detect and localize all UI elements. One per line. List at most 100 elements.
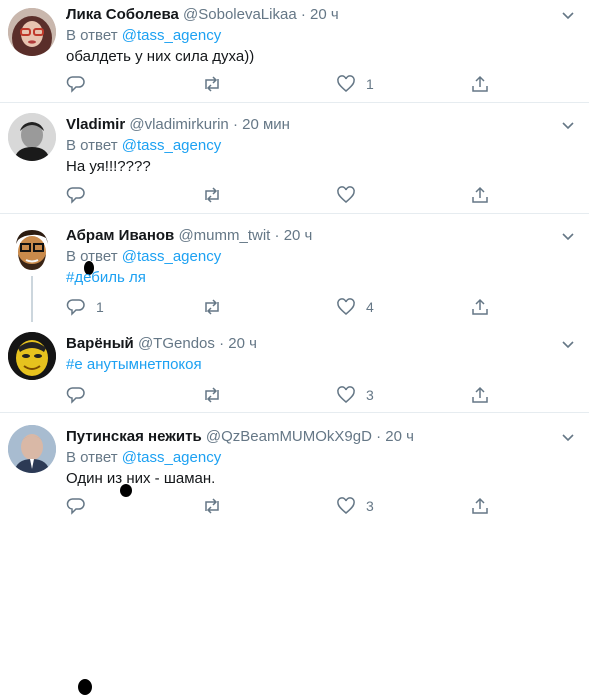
chevron-down-icon[interactable] [560, 429, 576, 445]
share-button[interactable] [470, 296, 490, 318]
heart-icon [337, 186, 355, 203]
separator-dot: · [219, 335, 225, 352]
tweet[interactable]: Лика Соболева @SobolevaLikaa · 20 ч В от… [0, 0, 589, 102]
timestamp[interactable]: 20 ч [284, 227, 313, 244]
tweet-header: Абрам Иванов @mumm_twit · 20 ч [66, 226, 312, 246]
separator-dot: · [376, 428, 382, 445]
reply-context: В ответ @tass_agency [66, 247, 221, 267]
timestamp[interactable]: 20 ч [310, 6, 339, 23]
tweet[interactable]: Путинская нежить @QzBeamMUMOkX9gD · 20 ч… [0, 413, 589, 523]
thread-line [31, 276, 33, 322]
tweet-header: Путинская нежить @QzBeamMUMOkX9gD · 20 ч [66, 427, 414, 447]
tweet-text: Один из них - шаман. [66, 470, 216, 487]
reply-prefix: В ответ [66, 449, 118, 466]
reply-icon [66, 299, 85, 316]
tweet[interactable]: Vladimir @vladimirkurin · 20 мин В ответ… [0, 103, 589, 275]
like-count: 3 [366, 387, 374, 403]
retweet-icon [205, 498, 219, 514]
like-button[interactable]: 1 [336, 73, 374, 95]
tweet[interactable]: Абрам Иванов @mumm_twit · 20 ч В ответ @… [0, 214, 589, 497]
retweet-button[interactable] [201, 495, 233, 517]
reply-button[interactable] [66, 184, 96, 206]
user-handle[interactable]: @vladimirkurin [129, 116, 228, 133]
retweet-icon [205, 387, 219, 403]
avatar[interactable] [8, 332, 56, 380]
tweet-header: Лика Соболева @SobolevaLikaa · 20 ч [66, 5, 339, 25]
user-handle[interactable]: @TGendos [138, 335, 215, 352]
share-button[interactable] [470, 384, 490, 406]
mention-link[interactable]: @tass_agency [122, 248, 221, 265]
redaction-mark [78, 679, 92, 695]
user-handle[interactable]: @QzBeamMUMOkX9gD [206, 428, 372, 445]
chevron-down-icon[interactable] [560, 117, 576, 133]
hashtag-link[interactable]: #дебиль ля [66, 268, 146, 288]
like-button[interactable] [336, 184, 366, 206]
reply-prefix: В ответ [66, 27, 118, 44]
tweet-header: Варёный @TGendos · 20 ч [66, 334, 257, 354]
display-name[interactable]: Лика Соболева [66, 6, 179, 23]
tweet[interactable]: Варёный @TGendos · 20 ч #е анутымнетпоко… [0, 322, 589, 695]
reply-button[interactable]: 1 [66, 296, 104, 318]
share-button[interactable] [470, 73, 490, 95]
retweet-icon [205, 76, 219, 92]
action-bar [66, 184, 516, 206]
heart-icon [337, 298, 355, 315]
like-button[interactable]: 4 [336, 296, 374, 318]
reply-button[interactable] [66, 384, 96, 406]
reply-context: В ответ @tass_agency [66, 26, 221, 46]
display-name[interactable]: Путинская нежить [66, 428, 202, 445]
share-icon [472, 186, 488, 203]
reply-icon [66, 76, 85, 93]
like-button[interactable]: 3 [336, 495, 374, 517]
share-icon [472, 497, 488, 514]
retweet-button[interactable] [201, 296, 233, 318]
retweet-icon [205, 299, 219, 315]
share-icon [472, 298, 488, 315]
avatar[interactable] [8, 8, 56, 56]
retweet-icon [205, 187, 219, 203]
reply-context: В ответ @tass_agency [66, 448, 221, 468]
tweet-text: обалдеть у них сила духа)) [66, 48, 255, 65]
like-count: 3 [366, 498, 374, 514]
chevron-down-icon[interactable] [560, 336, 576, 352]
reply-icon [66, 187, 85, 204]
reply-button[interactable] [66, 73, 96, 95]
reply-button[interactable] [66, 495, 96, 517]
retweet-button[interactable] [201, 184, 233, 206]
hashtag-link[interactable]: #е анутымнетпокоя [66, 355, 202, 375]
reply-prefix: В ответ [66, 248, 118, 265]
avatar[interactable] [8, 224, 56, 272]
chevron-down-icon[interactable] [560, 7, 576, 23]
heart-icon [337, 75, 355, 92]
retweet-button[interactable] [201, 384, 233, 406]
like-button[interactable]: 3 [336, 384, 374, 406]
tweet-header: Vladimir @vladimirkurin · 20 мин [66, 115, 290, 135]
timestamp[interactable]: 20 мин [242, 116, 290, 133]
action-bar: 3 [66, 384, 516, 406]
share-button[interactable] [470, 495, 490, 517]
timestamp[interactable]: 20 ч [228, 335, 257, 352]
display-name[interactable]: Варёный [66, 335, 134, 352]
separator-dot: · [274, 227, 280, 244]
mention-link[interactable]: @tass_agency [122, 137, 221, 154]
avatar[interactable] [8, 113, 56, 161]
user-handle[interactable]: @SobolevaLikaa [183, 6, 297, 23]
retweet-button[interactable] [201, 73, 233, 95]
action-bar: 1 4 [66, 296, 516, 318]
share-icon [472, 386, 488, 403]
separator-dot: · [232, 116, 238, 133]
share-button[interactable] [470, 184, 490, 206]
display-name[interactable]: Абрам Иванов [66, 227, 174, 244]
mention-link[interactable]: @tass_agency [122, 27, 221, 44]
chevron-down-icon[interactable] [560, 228, 576, 244]
separator-dot: · [300, 6, 306, 23]
user-handle[interactable]: @mumm_twit [178, 227, 270, 244]
heart-icon [337, 497, 355, 514]
like-count: 1 [366, 76, 374, 92]
timestamp[interactable]: 20 ч [385, 428, 414, 445]
reply-icon [66, 387, 85, 404]
reply-count: 1 [96, 299, 104, 315]
mention-link[interactable]: @tass_agency [122, 449, 221, 466]
avatar[interactable] [8, 425, 56, 473]
display-name[interactable]: Vladimir [66, 116, 125, 133]
